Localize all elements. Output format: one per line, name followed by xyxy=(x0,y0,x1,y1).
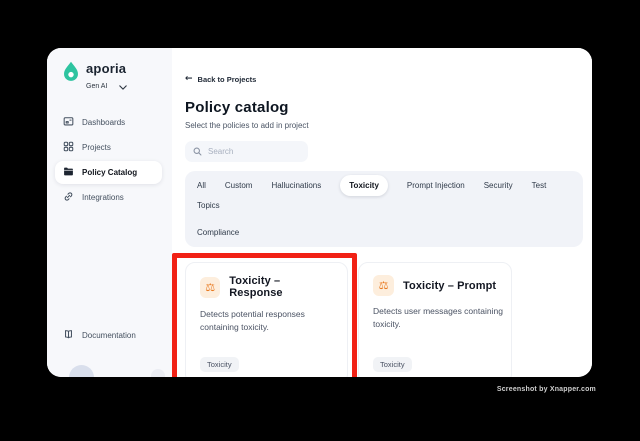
card-header: ⚖ Toxicity – Response xyxy=(200,275,333,299)
back-link-label: Back to Projects xyxy=(197,75,257,84)
page-title: Policy catalog xyxy=(185,99,289,116)
card-tag: Toxicity xyxy=(373,357,412,372)
search-input[interactable] xyxy=(208,147,300,156)
policy-card-toxicity-response[interactable]: ⚖ Toxicity – Response Detects potential … xyxy=(185,262,348,377)
search-icon xyxy=(193,143,202,161)
tab-hallucinations[interactable]: Hallucinations xyxy=(271,179,321,192)
aporia-logo-icon xyxy=(62,61,80,91)
main-content: ← Back to Projects Policy catalog Select… xyxy=(172,48,592,377)
brand-block[interactable]: aporia Gen AI xyxy=(62,61,172,95)
xnapper-watermark: Screenshot by Xnapper.com xyxy=(496,386,596,393)
card-description: Detects potential responses containing t… xyxy=(200,309,305,333)
card-title: Toxicity – Prompt xyxy=(403,279,497,292)
tab-custom[interactable]: Custom xyxy=(225,179,253,192)
sidebar-item-dashboards[interactable]: Dashboards xyxy=(55,111,162,134)
sidebar-item-projects[interactable]: Projects xyxy=(55,136,162,159)
link-icon xyxy=(63,191,74,204)
filter-tabs: All Custom Hallucinations Toxicity Promp… xyxy=(185,171,583,247)
page-subtitle: Select the policies to add in project xyxy=(185,121,309,130)
sidebar: aporia Gen AI Dashboards Projects Policy… xyxy=(47,48,172,377)
back-to-projects-link[interactable]: ← Back to Projects xyxy=(185,74,257,85)
chevron-down-icon xyxy=(119,77,128,95)
tab-toxicity[interactable]: Toxicity xyxy=(340,175,388,196)
sidebar-nav: Dashboards Projects Policy Catalog Integ… xyxy=(47,111,172,209)
app-window: aporia Gen AI Dashboards Projects Policy… xyxy=(47,48,592,377)
sidebar-collapse-button[interactable] xyxy=(151,369,165,377)
policy-cards: ⚖ Toxicity – Response Detects potential … xyxy=(172,253,583,377)
user-avatar[interactable] xyxy=(69,365,94,377)
sidebar-item-label: Policy Catalog xyxy=(82,168,138,177)
tab-topics[interactable]: Topics xyxy=(197,199,220,212)
card-description: Detects user messages containing toxicit… xyxy=(373,306,503,330)
sidebar-item-label: Documentation xyxy=(82,331,136,340)
dashboard-icon xyxy=(63,116,74,129)
book-icon xyxy=(63,329,74,342)
workspace-name: Gen AI xyxy=(86,82,108,90)
tab-compliance[interactable]: Compliance xyxy=(197,226,239,239)
tab-prompt-injection[interactable]: Prompt Injection xyxy=(407,179,465,192)
sidebar-item-policy-catalog[interactable]: Policy Catalog xyxy=(55,161,162,184)
sidebar-item-label: Projects xyxy=(82,143,111,152)
scales-icon: ⚖ xyxy=(373,275,394,296)
card-tag: Toxicity xyxy=(200,357,239,372)
sidebar-item-integrations[interactable]: Integrations xyxy=(55,186,162,209)
back-arrow-icon: ← xyxy=(185,74,193,84)
search-box[interactable] xyxy=(185,141,308,162)
sidebar-item-label: Dashboards xyxy=(82,118,126,127)
brand-name: aporia xyxy=(86,61,127,76)
card-header: ⚖ Toxicity – Prompt xyxy=(373,275,497,296)
sidebar-item-label: Integrations xyxy=(82,193,124,202)
sidebar-item-documentation[interactable]: Documentation xyxy=(55,324,162,347)
folder-icon xyxy=(63,166,74,179)
tab-all[interactable]: All xyxy=(197,179,206,192)
projects-grid-icon xyxy=(63,141,74,154)
scales-icon: ⚖ xyxy=(200,276,221,298)
tab-security[interactable]: Security xyxy=(484,179,513,192)
card-title: Toxicity – Response xyxy=(229,275,283,299)
workspace-switcher[interactable]: Gen AI xyxy=(86,77,128,95)
tab-test[interactable]: Test xyxy=(532,179,547,192)
policy-card-toxicity-prompt[interactable]: ⚖ Toxicity – Prompt Detects user message… xyxy=(358,262,512,377)
